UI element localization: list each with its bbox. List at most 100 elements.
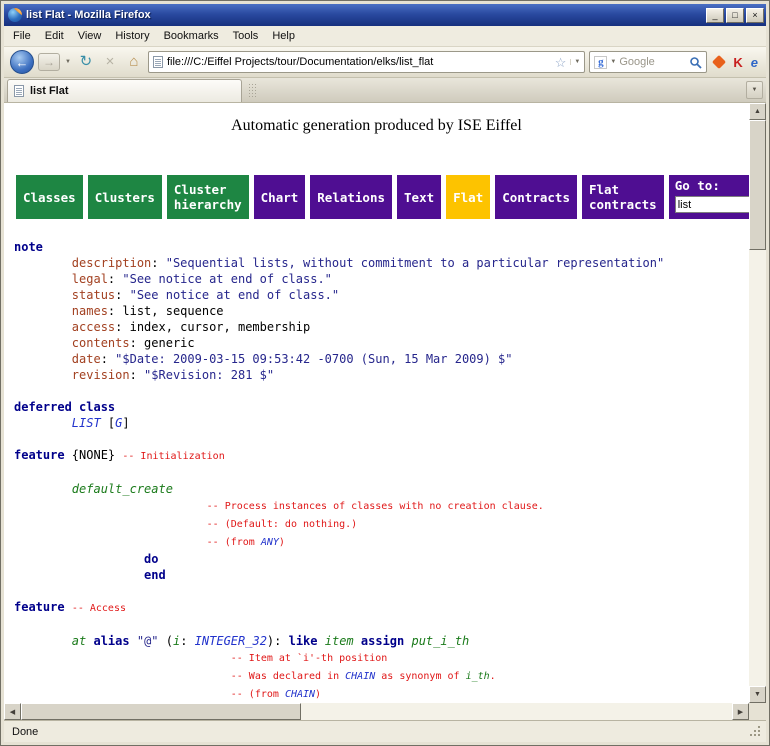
forward-button[interactable]: → (38, 53, 60, 71)
code-line: -- Was declared in CHAIN as synonym of i… (14, 667, 749, 685)
code-line (14, 617, 749, 633)
url-input[interactable]: file:///C:/Eiffel Projects/tour/Document… (167, 56, 551, 68)
doc-nav-row: ClassesClustersCluster hierarchyChartRel… (16, 175, 749, 219)
code-line (14, 431, 749, 447)
code-line: LIST [G] (14, 415, 749, 431)
page-banner: Automatic generation produced by ISE Eif… (4, 117, 749, 135)
menu-item-view[interactable]: View (71, 27, 109, 45)
nav-button-text[interactable]: Text (397, 175, 441, 219)
search-icon[interactable] (689, 56, 702, 69)
scroll-down-button[interactable]: ▼ (749, 686, 766, 703)
list-all-tabs-button[interactable]: ▼ (746, 81, 763, 99)
code-line: at alias "@" (i: INTEGER_32): like item … (14, 633, 749, 649)
code-line: note (14, 239, 749, 255)
code-line: feature {NONE} -- Initialization (14, 447, 749, 465)
history-dropdown-icon[interactable]: ▼ (64, 59, 72, 65)
code-line (14, 583, 749, 599)
doc-nav-buttons: ClassesClustersCluster hierarchyChartRel… (16, 175, 664, 219)
extension-icon-e[interactable]: e (749, 55, 760, 70)
code-line: end (14, 567, 749, 583)
nav-button-contracts[interactable]: Contracts (495, 175, 577, 219)
nav-button-chart[interactable]: Chart (254, 175, 306, 219)
code-line: names: list, sequence (14, 303, 749, 319)
code-line: contents: generic (14, 335, 749, 351)
nav-button-flat[interactable]: Flat (446, 175, 490, 219)
vertical-scrollbar-track[interactable] (749, 250, 766, 686)
menu-item-file[interactable]: File (6, 27, 38, 45)
minimize-button[interactable]: _ (706, 8, 724, 23)
google-icon: g (594, 56, 607, 69)
stop-button[interactable]: × (100, 52, 120, 72)
menu-item-history[interactable]: History (108, 27, 156, 45)
window-controls: _ □ × (706, 8, 764, 23)
content-area: Automatic generation produced by ISE Eif… (4, 103, 766, 720)
search-input[interactable]: Google (619, 56, 686, 68)
tab-strip-handle[interactable] (248, 83, 256, 98)
url-dropdown-icon[interactable]: ▼ (570, 59, 580, 65)
goto-input[interactable] (675, 196, 749, 213)
scroll-up-button[interactable]: ▲ (749, 103, 766, 120)
titlebar: list Flat - Mozilla Firefox _ □ × (4, 4, 766, 26)
home-button[interactable]: ⌂ (124, 52, 144, 72)
code-line: revision: "$Revision: 281 $" (14, 367, 749, 383)
nav-button-relations[interactable]: Relations (310, 175, 392, 219)
code-line: -- Process instances of classes with no … (14, 497, 749, 515)
search-box[interactable]: g ▼ Google (589, 51, 707, 73)
reload-button[interactable]: ↻ (76, 52, 96, 72)
code-line: access: index, cursor, membership (14, 319, 749, 335)
vertical-scrollbar-thumb[interactable] (749, 120, 766, 250)
extension-icon-k[interactable]: K (731, 55, 744, 70)
tab-bar: list Flat ▼ (4, 78, 766, 103)
tab-label: list Flat (30, 85, 69, 97)
code-line: do (14, 551, 749, 567)
code-line: -- (from ANY) (14, 533, 749, 551)
goto-block: Go to: (669, 175, 749, 219)
code-line: feature -- Access (14, 599, 749, 617)
code-line: -- (Default: do nothing.) (14, 515, 749, 533)
menu-item-edit[interactable]: Edit (38, 27, 71, 45)
window-title: list Flat - Mozilla Firefox (26, 9, 702, 21)
menu-item-bookmarks[interactable]: Bookmarks (157, 27, 226, 45)
code-line (14, 383, 749, 399)
nav-button-cluster-hierarchy[interactable]: Cluster hierarchy (167, 175, 249, 219)
nav-button-clusters[interactable]: Clusters (88, 175, 162, 219)
code-block: note description: "Sequential lists, wit… (14, 239, 749, 703)
scrollbar-corner (749, 703, 766, 720)
extension-icon-orange[interactable] (712, 55, 726, 69)
code-line: status: "See notice at end of class." (14, 287, 749, 303)
nav-button-flat-contracts[interactable]: Flat contracts (582, 175, 664, 219)
page-content: Automatic generation produced by ISE Eif… (4, 103, 749, 703)
scroll-right-button[interactable]: ▶ (732, 703, 749, 720)
code-line: description: "Sequential lists, without … (14, 255, 749, 271)
code-line: date: "$Date: 2009-03-15 09:53:42 -0700 … (14, 351, 749, 367)
close-button[interactable]: × (746, 8, 764, 23)
nav-toolbar: ← → ▼ ↻ × ⌂ file:///C:/Eiffel Projects/t… (4, 47, 766, 78)
horizontal-scrollbar-thumb[interactable] (21, 703, 301, 720)
tab-list-flat[interactable]: list Flat (7, 79, 242, 102)
resize-grip[interactable] (749, 725, 762, 738)
status-bar: Done (4, 720, 766, 742)
scroll-left-button[interactable]: ◀ (4, 703, 21, 720)
horizontal-scrollbar-track[interactable] (301, 703, 732, 720)
horizontal-scrollbar[interactable]: ◀ ▶ (4, 703, 749, 720)
address-bar[interactable]: file:///C:/Eiffel Projects/tour/Document… (148, 51, 585, 73)
bookmark-star-icon[interactable]: ☆ (555, 56, 567, 69)
back-button[interactable]: ← (10, 50, 34, 74)
page-favicon (153, 56, 163, 68)
status-text: Done (12, 726, 38, 738)
code-line: legal: "See notice at end of class." (14, 271, 749, 287)
firefox-icon (8, 8, 22, 22)
code-line: -- Item at `i'-th position (14, 649, 749, 667)
nav-button-classes[interactable]: Classes (16, 175, 83, 219)
code-line (14, 465, 749, 481)
code-line: deferred class (14, 399, 749, 415)
menubar: FileEditViewHistoryBookmarksToolsHelp (4, 26, 766, 47)
menu-item-help[interactable]: Help (265, 27, 302, 45)
tab-favicon (14, 85, 24, 97)
search-engine-dropdown-icon[interactable]: ▼ (610, 59, 616, 65)
maximize-button[interactable]: □ (726, 8, 744, 23)
code-line: -- (from CHAIN) (14, 685, 749, 703)
vertical-scrollbar[interactable]: ▲ ▼ (749, 103, 766, 703)
menu-item-tools[interactable]: Tools (226, 27, 266, 45)
firefox-window: list Flat - Mozilla Firefox _ □ × FileEd… (0, 0, 770, 746)
